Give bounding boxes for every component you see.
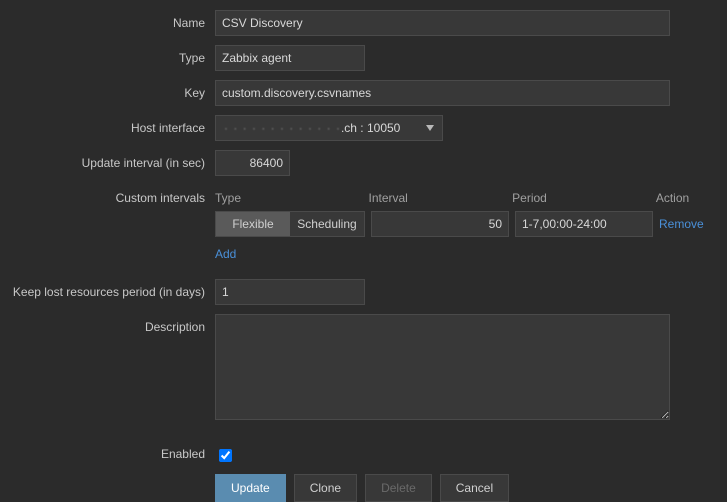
label-host-interface: Host interface	[0, 115, 215, 135]
host-interface-value: · · · · · · · · · · · · ·.ch : 10050	[224, 121, 400, 135]
host-interface-select[interactable]: · · · · · · · · · · · · ·.ch : 10050	[215, 115, 443, 141]
row-enabled: Enabled	[0, 441, 707, 465]
interval-type-segmented: Flexible Scheduling	[215, 211, 365, 237]
row-update-interval: Update interval (in sec)	[0, 150, 707, 176]
row-buttons: Update Clone Delete Cancel	[0, 474, 707, 502]
row-custom-intervals: Custom intervals Type Interval Period Ac…	[0, 185, 707, 261]
interval-value-input[interactable]	[371, 211, 509, 237]
label-update-interval: Update interval (in sec)	[0, 150, 215, 170]
label-description: Description	[0, 314, 215, 334]
th-type: Type	[215, 191, 363, 205]
enabled-checkbox[interactable]	[219, 449, 232, 462]
key-input[interactable]	[215, 80, 670, 106]
interval-add-link[interactable]: Add	[215, 247, 236, 261]
label-keep-lost: Keep lost resources period (in days)	[0, 279, 215, 299]
row-name: Name	[0, 10, 707, 36]
interval-period-input[interactable]	[515, 211, 653, 237]
table-header: Type Interval Period Action	[215, 185, 705, 211]
label-key: Key	[0, 80, 215, 100]
th-interval: Interval	[369, 191, 507, 205]
label-name: Name	[0, 10, 215, 30]
table-row: Flexible Scheduling Remove	[215, 211, 705, 237]
th-period: Period	[512, 191, 650, 205]
update-button[interactable]: Update	[215, 474, 286, 502]
custom-intervals-table: Type Interval Period Action Flexible Sch…	[215, 185, 705, 261]
th-action: Action	[656, 191, 705, 205]
clone-button[interactable]: Clone	[294, 474, 357, 502]
interval-remove-link[interactable]: Remove	[659, 217, 704, 231]
label-enabled: Enabled	[0, 441, 215, 461]
button-bar: Update Clone Delete Cancel	[215, 474, 707, 502]
seg-scheduling[interactable]: Scheduling	[290, 212, 364, 236]
label-custom-intervals: Custom intervals	[0, 185, 215, 205]
seg-flexible[interactable]: Flexible	[216, 212, 290, 236]
delete-button: Delete	[365, 474, 432, 502]
update-interval-input[interactable]	[215, 150, 290, 176]
row-keep-lost: Keep lost resources period (in days)	[0, 279, 707, 305]
label-type: Type	[0, 45, 215, 65]
host-interface-suffix: .ch : 10050	[341, 121, 400, 135]
keep-lost-input[interactable]	[215, 279, 365, 305]
discovery-form: Name Type Key Host interface · · · · · ·…	[0, 0, 727, 502]
row-type: Type	[0, 45, 707, 71]
cancel-button[interactable]: Cancel	[440, 474, 509, 502]
type-select[interactable]	[215, 45, 365, 71]
host-interface-obscured: · · · · · · · · · · · · ·	[224, 121, 341, 135]
row-host-interface: Host interface · · · · · · · · · · · · ·…	[0, 115, 707, 141]
row-description: Description	[0, 314, 707, 423]
name-input[interactable]	[215, 10, 670, 36]
chevron-down-icon	[426, 125, 434, 131]
row-key: Key	[0, 80, 707, 106]
description-textarea[interactable]	[215, 314, 670, 420]
